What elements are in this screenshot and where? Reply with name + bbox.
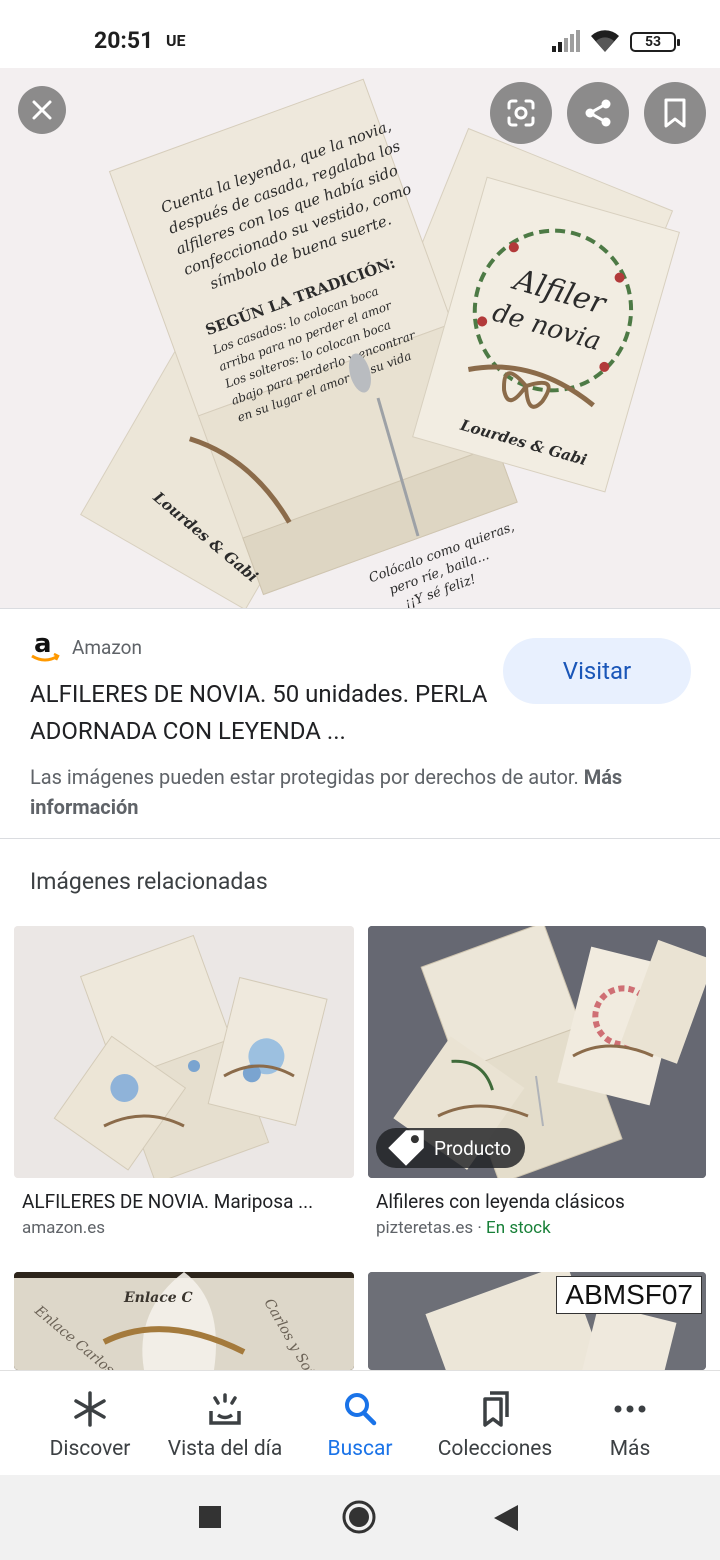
related-thumbnail[interactable]: ABMSF07 xyxy=(368,1272,706,1370)
related-site: amazon.es xyxy=(22,1218,106,1238)
nav-label: Buscar xyxy=(327,1437,393,1461)
image-title[interactable]: ALFILERES DE NOVIA. 50 unidades. PERLA A… xyxy=(30,676,500,750)
share-button[interactable] xyxy=(567,82,629,144)
product-code-label: ABMSF07 xyxy=(556,1276,702,1314)
divider xyxy=(0,608,720,609)
lens-icon xyxy=(507,99,535,127)
related-thumbnail[interactable]: Enlace Carlos Carlos y Sofía Enlace C xyxy=(14,1272,354,1370)
bookmark-icon xyxy=(664,98,686,128)
back-icon[interactable] xyxy=(494,1505,518,1531)
separator: · xyxy=(473,1218,487,1238)
related-site: pizteretas.es xyxy=(376,1218,474,1238)
visit-button[interactable]: Visitar xyxy=(503,638,691,704)
svg-text:Enlace C: Enlace C xyxy=(123,1290,193,1306)
nav-label: Vista del día xyxy=(167,1437,283,1461)
related-image xyxy=(14,926,354,1178)
status-time: 20:51 xyxy=(94,27,154,54)
bottom-nav: Discover Vista del día Buscar Coleccione… xyxy=(0,1370,720,1474)
main-image[interactable]: Cuenta la leyenda, que la novia, después… xyxy=(0,68,720,608)
product-photo: Cuenta la leyenda, que la novia, después… xyxy=(80,78,680,608)
related-thumbnail[interactable] xyxy=(14,926,354,1178)
source-name: Amazon xyxy=(72,635,142,659)
tag-icon xyxy=(388,1130,424,1166)
svg-text:a: a xyxy=(34,630,52,659)
lens-button[interactable] xyxy=(490,82,552,144)
more-icon xyxy=(614,1405,646,1413)
related-site-line: pizteretas.es · En stock xyxy=(376,1218,551,1238)
signal-icon xyxy=(552,30,580,52)
nav-label: Discover xyxy=(49,1437,131,1461)
close-icon xyxy=(32,100,52,120)
close-button[interactable] xyxy=(18,86,66,134)
amazon-logo: a xyxy=(30,629,60,664)
product-badge: Producto xyxy=(376,1128,526,1168)
save-button[interactable] xyxy=(644,82,706,144)
battery-level: 53 xyxy=(644,34,662,50)
asterisk-icon xyxy=(74,1391,106,1427)
share-icon xyxy=(585,99,611,127)
nav-vista-del-dia[interactable]: Vista del día xyxy=(160,1371,290,1475)
status-carrier: UE xyxy=(166,31,186,50)
related-heading: Imágenes relacionadas xyxy=(30,868,268,895)
related-title[interactable]: Alfileres con leyenda clásicos xyxy=(376,1190,706,1213)
divider xyxy=(0,838,720,839)
wifi-icon xyxy=(591,30,619,52)
product-badge-label: Producto xyxy=(434,1136,512,1160)
nav-label: Colecciones xyxy=(437,1437,553,1461)
status-bar: 20:51 UE 53 xyxy=(0,0,720,70)
copyright-notice: Las imágenes pueden estar protegidas por… xyxy=(30,762,690,822)
nav-mas[interactable]: Más xyxy=(580,1371,680,1475)
copyright-text: Las imágenes pueden estar protegidas por… xyxy=(30,765,579,789)
nav-discover[interactable]: Discover xyxy=(40,1371,140,1475)
related-thumbnail[interactable]: Producto xyxy=(368,926,706,1178)
battery-indicator: 53 xyxy=(630,32,680,52)
collections-icon xyxy=(483,1391,509,1427)
source[interactable]: a Amazon xyxy=(30,629,142,664)
stock-status: En stock xyxy=(486,1218,551,1238)
recents-icon[interactable] xyxy=(199,1506,221,1528)
nav-label: Más xyxy=(609,1437,651,1461)
home-icon[interactable] xyxy=(341,1499,377,1535)
related-image: Enlace Carlos Carlos y Sofía Enlace C xyxy=(14,1272,354,1370)
search-icon xyxy=(345,1393,377,1426)
nav-buscar[interactable]: Buscar xyxy=(310,1371,410,1475)
snapshot-icon xyxy=(209,1393,241,1425)
system-navigation xyxy=(0,1475,720,1560)
nav-colecciones[interactable]: Colecciones xyxy=(425,1371,565,1475)
related-title[interactable]: ALFILERES DE NOVIA. Mariposa ... xyxy=(22,1190,352,1213)
